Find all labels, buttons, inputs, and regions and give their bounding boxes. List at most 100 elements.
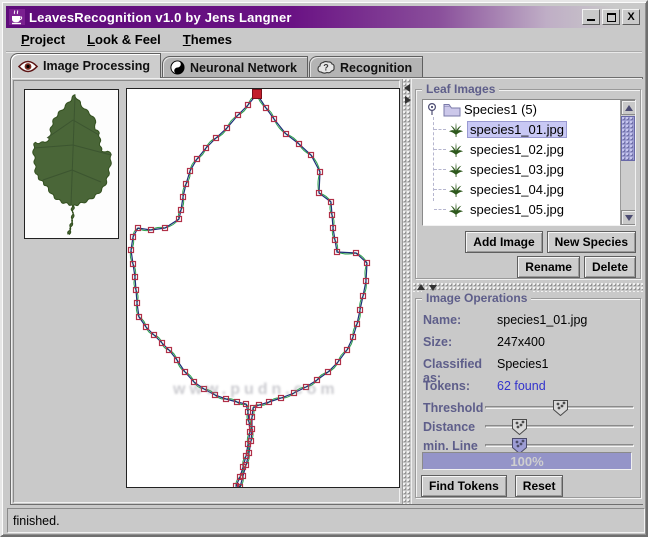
delete-button[interactable]: Delete (584, 256, 636, 278)
right-pane: Leaf Images Species1 (5) (413, 79, 643, 504)
scroll-down-button[interactable] (621, 210, 636, 225)
image-processing-pane: www.pudn.com (13, 80, 400, 503)
app-icon (9, 9, 25, 25)
image-operations-group: Image Operations Name: species1_01.jpg S… (415, 298, 641, 498)
tree-item-species1-03[interactable]: species1_03.jpg (423, 159, 635, 179)
reset-button[interactable]: Reset (515, 475, 564, 497)
leaf-images-title: Leaf Images (422, 82, 499, 96)
maximize-icon (607, 13, 616, 22)
tab-content-panel: www.pudn.com Leaf Images (10, 77, 643, 505)
tree-item-label[interactable]: species1_01.jpg (467, 121, 567, 138)
tree-stub (434, 129, 446, 130)
tree-item-label[interactable]: species1_02.jpg (467, 141, 567, 158)
tree-stub (434, 189, 446, 190)
tree-item-label[interactable]: species1_03.jpg (467, 161, 567, 178)
folder-icon (443, 103, 461, 117)
leaf-images-group: Leaf Images Species1 (5) (415, 89, 641, 279)
svg-text:?: ? (323, 62, 329, 72)
tree-stub (434, 169, 446, 170)
menu-look-and-feel[interactable]: Look & Feel (78, 29, 170, 50)
vertical-splitter[interactable] (402, 79, 412, 504)
close-icon: X (627, 10, 634, 24)
menu-themes[interactable]: Themes (174, 29, 241, 50)
leaf-thumbnail (24, 89, 119, 239)
leaf-icon (448, 201, 464, 217)
arrow-up-icon (625, 105, 633, 111)
splitter-collapse-left-icon[interactable] (404, 84, 410, 92)
splitter-collapse-right-icon[interactable] (405, 96, 411, 104)
slider-thumb[interactable] (553, 400, 568, 416)
yin-yang-icon (170, 60, 185, 75)
token-canvas: www.pudn.com (126, 88, 400, 488)
leaf-images-tree: Species1 (5) species1_01.jpg species1_02… (422, 99, 636, 226)
scrollbar-thumb[interactable] (621, 116, 635, 161)
field-value: Species1 (497, 357, 548, 375)
tab-label: Neuronal Network (190, 61, 297, 75)
find-tokens-button[interactable]: Find Tokens (421, 475, 507, 497)
tree-expand-handle-icon[interactable] (426, 102, 438, 117)
new-species-button[interactable]: New Species (547, 231, 636, 253)
app-window: LeavesRecognition v1.0 by Jens Langner X… (0, 0, 648, 537)
close-button[interactable]: X (622, 9, 640, 25)
maximize-button[interactable] (602, 9, 620, 25)
field-classified-as: Classified as: Species1 (423, 357, 634, 375)
progress-text: 100% (423, 454, 631, 469)
threshold-slider-row: Threshold (423, 399, 634, 417)
field-value: 247x400 (497, 335, 545, 353)
distance-slider[interactable] (485, 418, 634, 436)
splitter-collapse-up-icon[interactable] (417, 284, 425, 290)
tree-root-label[interactable]: Species1 (5) (461, 101, 540, 118)
field-size: Size: 247x400 (423, 335, 634, 353)
distance-slider-row: Distance (423, 418, 634, 436)
tree-item-species1-04[interactable]: species1_04.jpg (423, 179, 635, 199)
slider-track[interactable] (485, 425, 634, 428)
status-bar: finished. (7, 508, 645, 533)
field-tokens: Tokens: 62 found (423, 379, 634, 397)
tree-scrollbar[interactable] (620, 100, 635, 225)
tree-stub (434, 209, 446, 210)
titlebar[interactable]: LeavesRecognition v1.0 by Jens Langner X (6, 6, 642, 28)
tab-label: Image Processing (43, 59, 150, 73)
window-title: LeavesRecognition v1.0 by Jens Langner (29, 10, 292, 25)
threshold-slider[interactable] (485, 399, 634, 417)
eye-icon (18, 60, 38, 73)
tab-label: Recognition (340, 61, 412, 75)
field-name: Name: species1_01.jpg (423, 313, 634, 331)
scroll-up-button[interactable] (621, 100, 636, 115)
slider-track[interactable] (485, 444, 634, 447)
token-marker (253, 90, 262, 99)
leaf-icon (448, 161, 464, 177)
thought-bubble-icon: ? (317, 61, 335, 75)
leaf-contour-green (130, 94, 367, 487)
tree-node-species1[interactable]: Species1 (5) (423, 100, 635, 119)
tree-item-species1-05[interactable]: species1_05.jpg (423, 199, 635, 219)
add-image-button[interactable]: Add Image (465, 231, 542, 253)
slider-label: Distance (423, 420, 485, 434)
leaf-icon (448, 141, 464, 157)
field-value: species1_01.jpg (497, 313, 587, 331)
slider-label: Threshold (423, 401, 485, 415)
progress-bar: 100% (422, 452, 632, 470)
minimize-icon (587, 18, 595, 21)
tree-stub (434, 149, 446, 150)
minimize-button[interactable] (582, 9, 600, 25)
tree-item-label[interactable]: species1_04.jpg (467, 181, 567, 198)
slider-thumb[interactable] (512, 419, 527, 435)
watermark: www.pudn.com (173, 381, 339, 399)
leaf-icon (448, 121, 464, 137)
tree-item-species1-02[interactable]: species1_02.jpg (423, 139, 635, 159)
rename-button[interactable]: Rename (517, 256, 580, 278)
leaf-icon (448, 181, 464, 197)
field-label: Tokens: (423, 379, 497, 397)
tab-recognition[interactable]: ? Recognition (309, 56, 423, 78)
tab-bar: Image Processing Neuronal Network ? Reco… (10, 53, 424, 78)
status-text: finished. (13, 514, 60, 528)
menubar: Project Look & Feel Themes (6, 28, 642, 52)
tree-item-species1-01[interactable]: species1_01.jpg (423, 119, 635, 139)
menu-project[interactable]: Project (12, 29, 74, 50)
image-operations-title: Image Operations (422, 291, 531, 305)
tab-image-processing[interactable]: Image Processing (10, 53, 161, 78)
tree-item-label[interactable]: species1_05.jpg (467, 201, 567, 218)
tab-neuronal-network[interactable]: Neuronal Network (162, 56, 308, 78)
arrow-down-icon (625, 215, 633, 221)
